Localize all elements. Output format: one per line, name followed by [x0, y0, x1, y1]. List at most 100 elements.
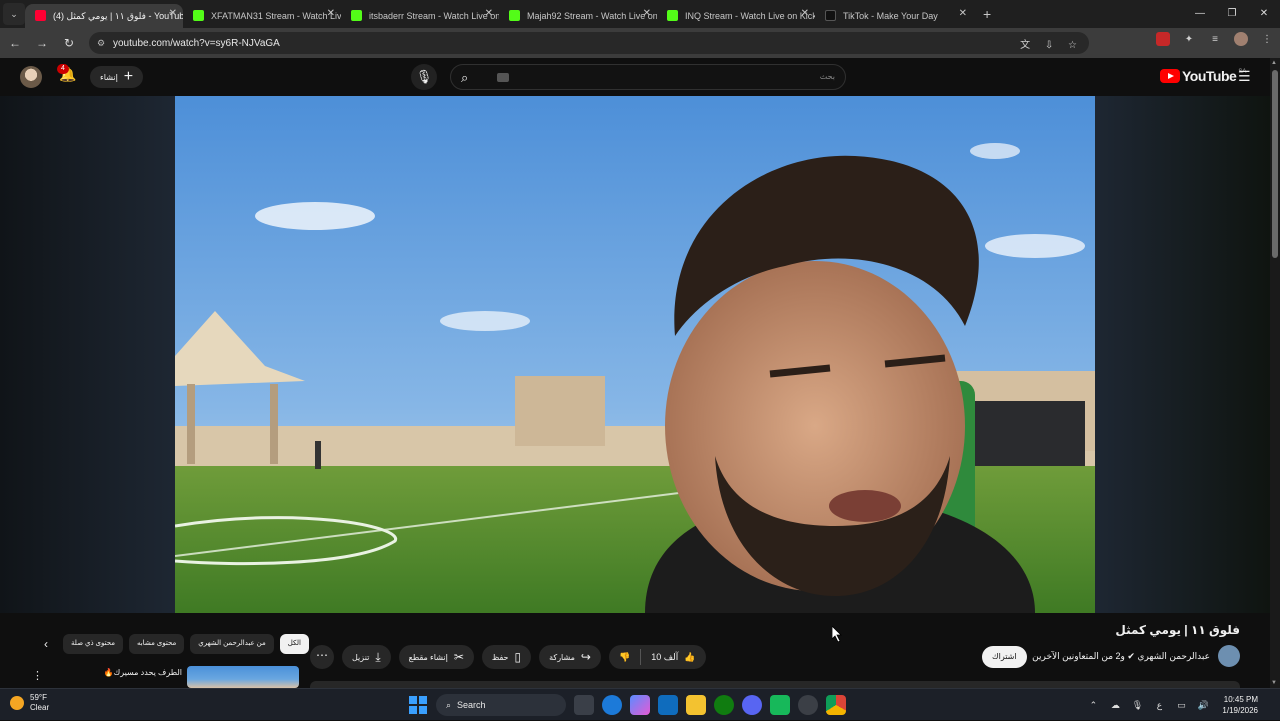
- discord-icon[interactable]: [742, 695, 762, 715]
- close-tab-icon[interactable]: ✕: [801, 8, 809, 19]
- taskbar-search[interactable]: ⌕ Search: [436, 694, 566, 716]
- network-icon[interactable]: ▭: [1170, 700, 1192, 711]
- taskbar-search-label: Search: [457, 700, 486, 710]
- bookmark-star-icon[interactable]: ☆: [1068, 40, 1077, 51]
- tray-overflow-icon[interactable]: ⌃: [1082, 700, 1104, 711]
- app-green-icon[interactable]: [770, 695, 790, 715]
- microphone-icon[interactable]: 🎙: [1126, 700, 1148, 711]
- scroll-down-icon[interactable]: ▼: [1271, 680, 1277, 686]
- create-button[interactable]: إنشاء +: [90, 66, 144, 88]
- xbox-icon[interactable]: [714, 695, 734, 715]
- store-icon[interactable]: [658, 695, 678, 715]
- settings-gear-icon[interactable]: [798, 695, 818, 715]
- close-tab-icon[interactable]: ✕: [485, 8, 493, 19]
- weather-widget[interactable]: 59°F Clear: [10, 693, 49, 713]
- close-tab-icon[interactable]: ✕: [169, 8, 177, 19]
- tab-search-button[interactable]: ⌄: [3, 3, 25, 25]
- weather-temp: 59°F: [30, 693, 47, 702]
- notification-count-badge: 4: [57, 64, 69, 74]
- description-box[interactable]: [310, 681, 1240, 688]
- chip-related[interactable]: محتوى ذي صلة: [63, 634, 123, 654]
- file-explorer-icon[interactable]: [686, 695, 706, 715]
- translate-icon[interactable]: 文: [1020, 40, 1030, 51]
- tab-youtube[interactable]: فلوق ١١ | يومي كمثل (4) - YouTube ✕: [25, 4, 183, 28]
- save-button[interactable]: حفظ ▯: [481, 645, 532, 669]
- scroll-up-icon[interactable]: ▲: [1271, 60, 1277, 66]
- windows-taskbar: 59°F Clear ⌕ Search ⌃ ☁ 🎙 ع ▭ 🔊 10:45 PM…: [0, 688, 1280, 720]
- site-info-icon[interactable]: ⚙: [97, 38, 107, 48]
- voice-search-mic-icon[interactable]: 🎙: [411, 64, 437, 90]
- recommended-thumbnail[interactable]: [187, 666, 299, 688]
- clock[interactable]: 10:45 PM 1/19/2026: [1222, 694, 1258, 716]
- player-stage: [0, 96, 1270, 613]
- chip-from-channel[interactable]: من عبدالرحمن الشهري: [190, 634, 274, 654]
- scrollbar-thumb[interactable]: [1272, 70, 1278, 258]
- onedrive-cloud-icon[interactable]: ☁: [1104, 700, 1126, 711]
- thumbs-down-icon: 👎: [618, 651, 631, 662]
- channel-avatar[interactable]: [1218, 645, 1240, 667]
- kebab-menu-icon[interactable]: ⋮: [32, 669, 43, 682]
- close-tab-icon[interactable]: ✕: [643, 8, 651, 19]
- weather-condition: Clear: [30, 703, 50, 712]
- start-windows-icon[interactable]: [408, 695, 428, 715]
- browser-toolbar: ← → ↻ ⚙ youtube.com/watch?v=sy6R-NJVaGA …: [0, 28, 1280, 58]
- recommended-video[interactable]: ⋮ الطرف يحدد مسيرك🔥: [30, 665, 300, 688]
- maximize-icon[interactable]: ❐: [1216, 0, 1248, 28]
- like-button[interactable]: 10 آلف 👍: [641, 645, 705, 669]
- guide-menu-icon[interactable]: ☰: [1238, 68, 1251, 85]
- subscribe-button[interactable]: اشتراك: [982, 646, 1027, 668]
- chip-all[interactable]: الكل: [279, 634, 309, 654]
- profile-avatar[interactable]: [1234, 32, 1248, 46]
- tab-media-icon[interactable]: ≡: [1202, 34, 1228, 45]
- video-player[interactable]: [175, 96, 1095, 613]
- new-tab-icon[interactable]: +: [983, 6, 991, 22]
- video-frame: [175, 96, 1095, 613]
- close-tab-icon[interactable]: ✕: [327, 8, 335, 19]
- close-window-icon[interactable]: ✕: [1248, 0, 1280, 28]
- tab-title: فلوق ١١ | يومي كمثل (4) - YouTube: [53, 10, 183, 21]
- address-bar[interactable]: ⚙ youtube.com/watch?v=sy6R-NJVaGA 文 ⇩ ☆: [89, 32, 1089, 54]
- speaker-icon[interactable]: 🔊: [1192, 700, 1214, 711]
- youtube-logo[interactable]: YouTube SA: [1160, 68, 1246, 84]
- search-icon[interactable]: ⌕: [461, 70, 468, 86]
- search-placeholder: بحث: [819, 72, 835, 81]
- more-actions-icon[interactable]: ⋯: [310, 645, 334, 669]
- tab-tiktok[interactable]: TikTok - Make Your Day ✕: [815, 4, 973, 28]
- browser-tab-strip: ⌄ فلوق ١١ | يومي كمثل (4) - YouTube ✕ XF…: [0, 0, 1280, 28]
- copilot-icon[interactable]: [630, 695, 650, 715]
- dislike-button[interactable]: 👎: [609, 645, 640, 669]
- chevron-left-icon[interactable]: ‹: [35, 633, 57, 655]
- page-scrollbar[interactable]: ▲ ▼: [1270, 58, 1280, 688]
- tiktok-favicon-icon: [825, 10, 836, 21]
- reload-icon[interactable]: ↻: [57, 36, 81, 50]
- share-arrow-icon: ↪: [580, 650, 591, 664]
- extensions-puzzle-icon[interactable]: ✦: [1176, 34, 1202, 45]
- install-app-icon[interactable]: ⇩: [1045, 40, 1053, 51]
- browser-menu-icon[interactable]: ⋮: [1254, 34, 1280, 45]
- clip-button[interactable]: إنشاء مقطع ✂: [398, 645, 474, 669]
- channel-name[interactable]: عبدالرحمن الشهري ✔ و2 من المتعاونين الآخ…: [1032, 651, 1210, 662]
- close-tab-icon[interactable]: ✕: [959, 8, 967, 19]
- language-indicator[interactable]: ع: [1148, 700, 1170, 711]
- chrome-icon[interactable]: [826, 695, 846, 715]
- forward-icon[interactable]: →: [30, 36, 54, 50]
- account-avatar[interactable]: [20, 66, 42, 88]
- download-button[interactable]: تنزيل ⤓: [342, 645, 391, 669]
- share-button[interactable]: مشاركة ↪: [539, 645, 601, 669]
- chip-similar[interactable]: محتوى مشابه: [128, 634, 185, 654]
- thumbs-up-icon: 👍: [684, 651, 696, 662]
- tab-kick-1[interactable]: XFATMAN31 Stream - Watch Live on Kick ✕: [183, 4, 341, 28]
- kick-favicon-icon: [193, 10, 204, 21]
- search-input[interactable]: ⌕ بحث: [450, 64, 846, 90]
- extensions-area: ✦ ≡ ⋮: [1150, 32, 1280, 46]
- back-icon[interactable]: ←: [3, 36, 27, 50]
- tab-kick-4[interactable]: INQ Stream - Watch Live on Kick ✕: [657, 4, 815, 28]
- edge-browser-icon[interactable]: [602, 695, 622, 715]
- tab-kick-2[interactable]: itsbaderr Stream - Watch Live on Kick ✕: [341, 4, 499, 28]
- extension-badge-icon[interactable]: [1156, 32, 1170, 46]
- minimize-icon[interactable]: —: [1184, 0, 1216, 28]
- create-label: إنشاء: [100, 72, 118, 82]
- task-view-icon[interactable]: [574, 695, 594, 715]
- tab-kick-3[interactable]: Majah92 Stream - Watch Live on Kick ✕: [499, 4, 657, 28]
- keyboard-icon[interactable]: [497, 73, 509, 82]
